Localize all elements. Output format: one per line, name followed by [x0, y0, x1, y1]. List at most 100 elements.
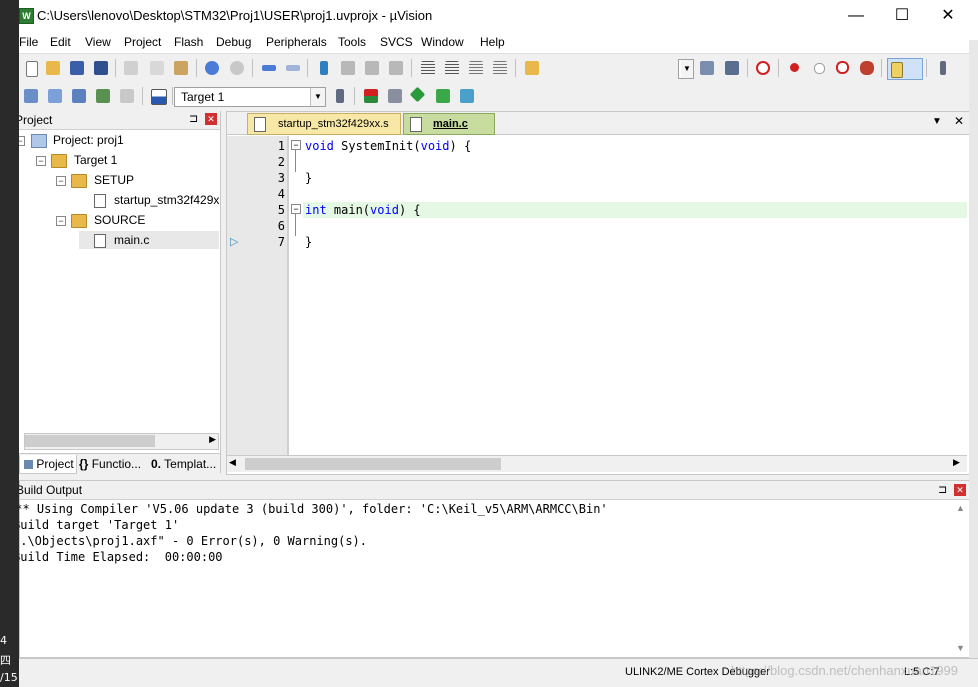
start-debug-button[interactable]	[753, 58, 773, 78]
insert-bookmark-button[interactable]	[314, 58, 334, 78]
navigate-forward-button[interactable]	[283, 58, 303, 78]
stop-build-button[interactable]	[117, 86, 137, 106]
clear-bookmarks-button[interactable]	[386, 58, 406, 78]
manage-project-items-button[interactable]	[361, 86, 381, 106]
new-file-icon	[26, 61, 38, 77]
new-file-button[interactable]	[21, 58, 41, 78]
collapse-icon[interactable]: −	[56, 176, 66, 186]
navigate-back-button[interactable]	[259, 58, 279, 78]
scroll-right-icon[interactable]: ▶	[953, 457, 960, 468]
minimize-button[interactable]: —	[833, 0, 879, 31]
save-all-button[interactable]	[91, 58, 111, 78]
menu-svcs[interactable]: SVCS	[380, 35, 413, 49]
scrollbar-thumb[interactable]	[245, 458, 501, 470]
status-bar: ULINK2/ME Cortex Debugger L:5 C:7 https:…	[19, 658, 978, 687]
tab-templates[interactable]: 0. Templat...	[147, 455, 223, 473]
find-combo[interactable]: ▼	[678, 59, 694, 79]
tree-node-file-main[interactable]: main.c	[79, 231, 219, 249]
select-software-packs-button[interactable]	[433, 86, 453, 106]
redo-icon	[230, 61, 244, 75]
next-bookmark-button[interactable]	[362, 58, 382, 78]
redo-button[interactable]	[227, 58, 247, 78]
scroll-down-icon[interactable]: ▼	[956, 643, 965, 653]
collapse-icon[interactable]: −	[19, 136, 25, 146]
toolbar-separator	[881, 59, 882, 77]
scrollbar-thumb[interactable]	[25, 435, 155, 447]
target-select[interactable]: Target 1 ▼	[174, 87, 326, 107]
target-options-button[interactable]	[330, 86, 350, 106]
save-button[interactable]	[67, 58, 87, 78]
project-panel: Project ⊐ ✕ − Project: proj1 − Target 1 …	[19, 111, 223, 474]
tab-main-c[interactable]: main.c	[403, 113, 495, 135]
pack-installer-button[interactable]	[457, 86, 477, 106]
comment-button[interactable]	[466, 58, 486, 78]
close-button[interactable]: ✕	[925, 0, 971, 31]
unindent-button[interactable]	[442, 58, 462, 78]
scroll-up-icon[interactable]: ▲	[956, 503, 965, 513]
toolbar-separator	[747, 59, 748, 77]
kill-all-breakpoints-button[interactable]	[857, 58, 877, 78]
menu-view[interactable]: View	[85, 35, 111, 49]
disable-all-breakpoints-button[interactable]	[833, 58, 853, 78]
find-button[interactable]	[697, 58, 717, 78]
indent-button[interactable]	[418, 58, 438, 78]
undo-button[interactable]	[202, 58, 222, 78]
close-tab-icon[interactable]: ✕	[954, 114, 964, 128]
pin-icon[interactable]: ⊐	[938, 481, 947, 499]
arrow-right-icon	[286, 65, 300, 71]
menu-tools[interactable]: Tools	[338, 35, 366, 49]
fold-collapse-icon[interactable]: −	[291, 140, 301, 150]
maximize-button[interactable]: ☐	[879, 0, 925, 31]
manage-multi-project-button[interactable]	[385, 86, 405, 106]
tab-project[interactable]: Project	[19, 455, 77, 474]
multi-project-icon	[388, 89, 402, 103]
project-tree: − Project: proj1 − Target 1 − SETUP star…	[19, 131, 219, 441]
rebuild-button[interactable]	[69, 86, 89, 106]
menu-window[interactable]: Window	[421, 35, 464, 49]
menu-debug[interactable]: Debug	[216, 35, 251, 49]
tab-startup-file[interactable]: startup_stm32f429xx.s	[247, 113, 401, 135]
configure-button[interactable]	[933, 58, 953, 78]
collapse-icon[interactable]: −	[36, 156, 46, 166]
tree-horizontal-scrollbar[interactable]: ▶	[24, 433, 219, 450]
collapse-icon[interactable]: −	[56, 216, 66, 226]
previous-bookmark-button[interactable]	[338, 58, 358, 78]
paste-button[interactable]	[171, 58, 191, 78]
build-output-title: Build Output	[19, 483, 83, 497]
menu-edit[interactable]: Edit	[50, 35, 71, 49]
scroll-left-icon[interactable]: ◀	[229, 457, 236, 468]
menu-help[interactable]: Help	[480, 35, 505, 49]
uvision-app-icon: W	[19, 8, 34, 24]
editor-horizontal-scrollbar[interactable]: ◀ ▶	[227, 455, 967, 472]
scroll-right-icon[interactable]: ▶	[209, 434, 216, 445]
enable-breakpoint-button[interactable]	[809, 58, 829, 78]
menu-peripherals[interactable]: Peripherals	[266, 35, 327, 49]
templates-icon: 0.	[151, 457, 162, 471]
project-panel-close-button[interactable]: ✕	[205, 113, 217, 125]
batch-build-button[interactable]	[93, 86, 113, 106]
build-output-close-button[interactable]: ✕	[954, 484, 966, 496]
uncomment-icon	[493, 61, 507, 75]
file-icon	[254, 117, 266, 132]
cut-button[interactable]	[121, 58, 141, 78]
tab-list-dropdown-icon[interactable]: ▼	[932, 116, 942, 127]
build-button[interactable]	[45, 86, 65, 106]
toolbar-separator	[142, 87, 143, 105]
fold-collapse-icon[interactable]: −	[291, 204, 301, 214]
find-in-files-button[interactable]	[522, 58, 542, 78]
menu-project[interactable]: Project	[124, 35, 161, 49]
incremental-find-button[interactable]	[722, 58, 742, 78]
tab-functions[interactable]: {} Functio...	[75, 455, 147, 473]
open-file-button[interactable]	[43, 58, 63, 78]
translate-button[interactable]	[21, 86, 41, 106]
download-button[interactable]	[148, 86, 168, 106]
copy-button[interactable]	[147, 58, 167, 78]
menu-file[interactable]: File	[19, 35, 38, 49]
menu-flash[interactable]: Flash	[174, 35, 203, 49]
manage-rte-button[interactable]	[409, 86, 429, 106]
uncomment-button[interactable]	[490, 58, 510, 78]
pin-icon[interactable]: ⊐	[189, 112, 198, 125]
line-number: 2	[277, 155, 285, 169]
window-layout-button[interactable]	[887, 58, 923, 80]
insert-breakpoint-button[interactable]	[785, 58, 805, 78]
